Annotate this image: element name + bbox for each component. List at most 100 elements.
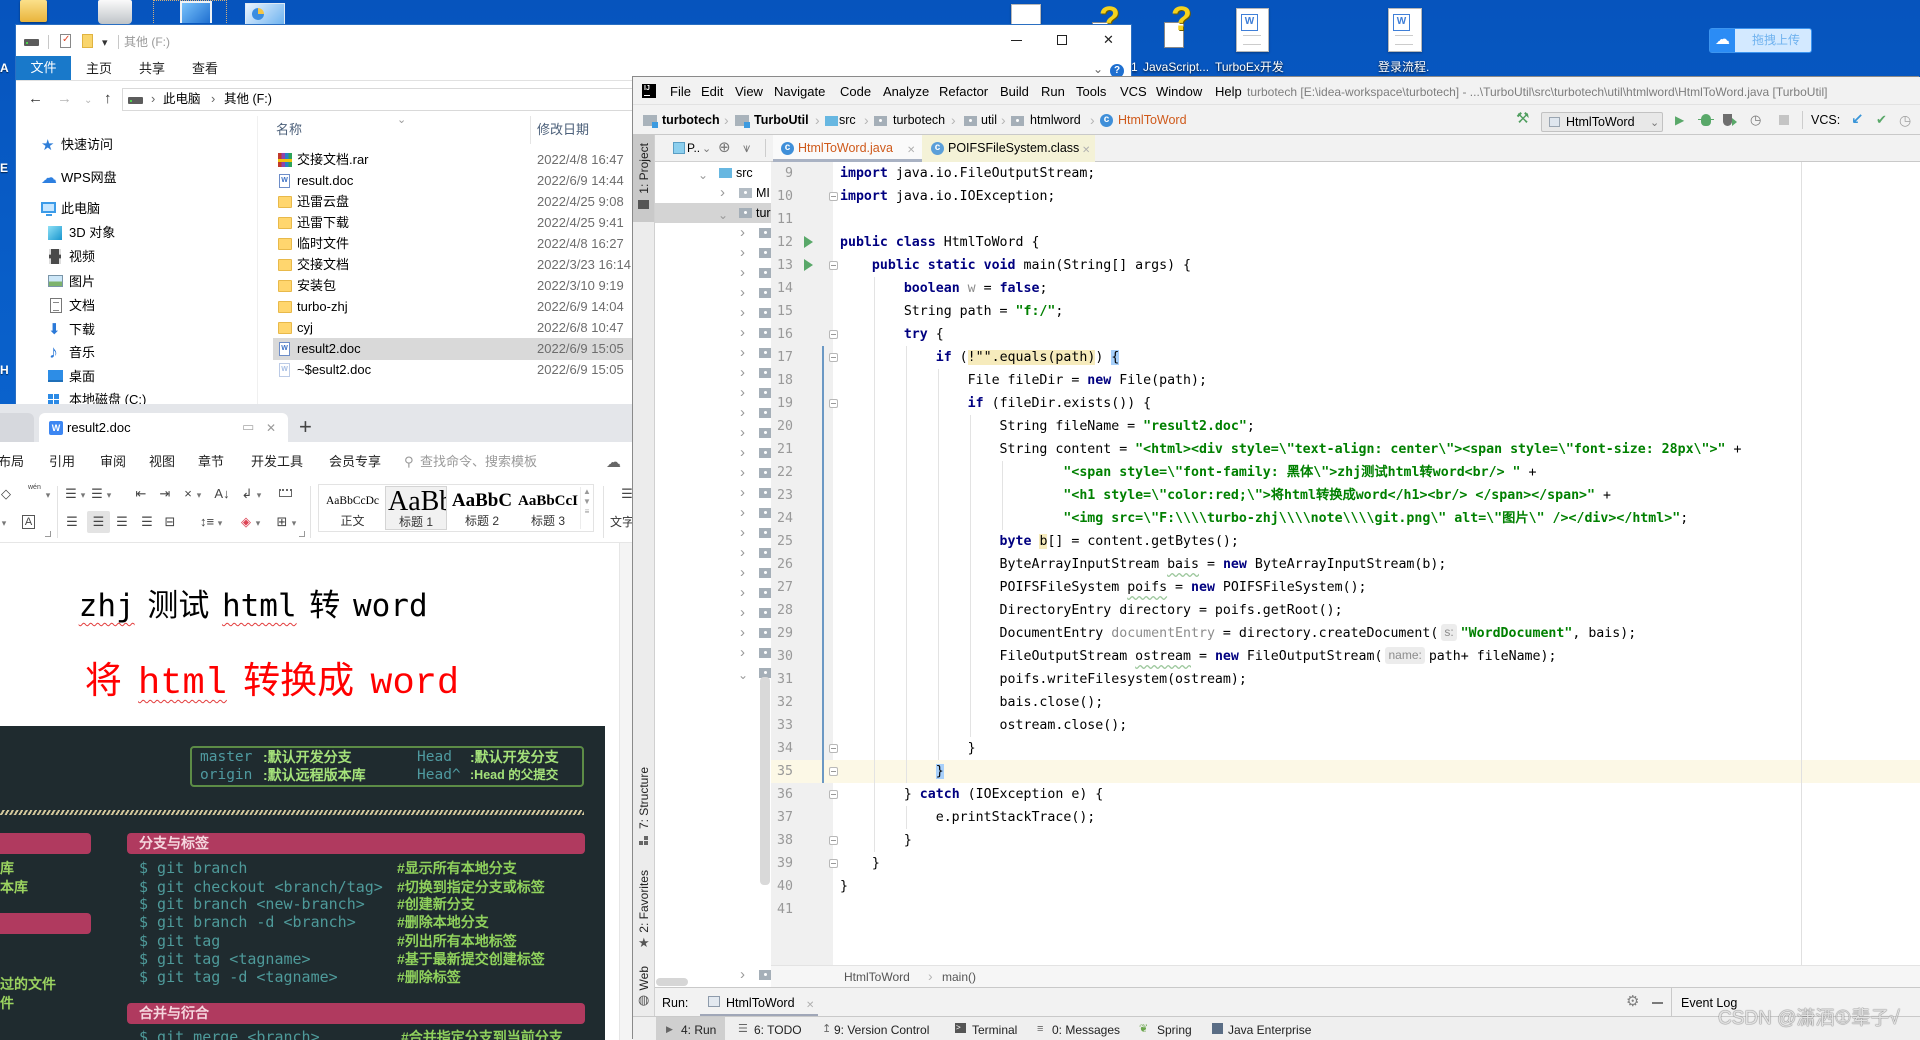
code-line[interactable] xyxy=(840,898,1915,921)
run-gutter-icon[interactable] xyxy=(804,259,813,271)
borders-icon[interactable] xyxy=(275,514,289,530)
tree-row[interactable] xyxy=(655,443,771,463)
nav-item-this-pc[interactable]: 此电脑 xyxy=(61,201,100,217)
forward-button[interactable] xyxy=(57,91,72,107)
menu-window[interactable]: Window xyxy=(1156,84,1202,100)
tree-row[interactable] xyxy=(655,303,771,323)
style-normal[interactable]: AaBbCcDc 正文 xyxy=(321,486,384,530)
code-editor-content[interactable]: import java.io.FileOutputStream; import j… xyxy=(840,162,1915,921)
nav-item-videos[interactable]: 视频 xyxy=(69,249,95,265)
expand-ribbon-icon[interactable] xyxy=(1093,61,1103,76)
menu-review[interactable]: 审阅 xyxy=(100,454,126,470)
chevron-right-icon[interactable] xyxy=(740,585,745,601)
chevron-right-icon[interactable] xyxy=(740,305,745,321)
nav-item-wps-cloud[interactable]: WPS网盘 xyxy=(61,170,117,186)
font-dialog-launcher[interactable] xyxy=(45,531,51,537)
tree-row[interactable] xyxy=(655,403,771,423)
tool-button-run[interactable]: 4: Run xyxy=(656,1017,725,1040)
paragraph-dialog-launcher[interactable] xyxy=(299,531,305,537)
tree-row[interactable] xyxy=(655,383,771,403)
close-tab-icon[interactable] xyxy=(806,996,814,1011)
chevron-right-icon[interactable] xyxy=(740,425,745,441)
debug-bug-icon[interactable] xyxy=(1698,114,1714,126)
code-line[interactable]: public static void main(String[] args) { xyxy=(840,254,1915,277)
run-gutter-icon[interactable] xyxy=(804,236,813,248)
menu-edit[interactable]: Edit xyxy=(701,84,723,100)
dropdown-arrow-icon[interactable] xyxy=(254,514,262,530)
code-line[interactable]: FileOutputStream ostream = new FileOutpu… xyxy=(840,645,1915,668)
chevron-right-icon[interactable] xyxy=(740,325,745,341)
nav-item-3d-objects[interactable]: 3D 对象 xyxy=(69,225,115,241)
tree-row[interactable] xyxy=(655,343,771,363)
file-row[interactable]: 交接文档.rar 2022/4/8 16:47 xyxy=(273,149,693,171)
menu-build[interactable]: Build xyxy=(1000,84,1029,100)
word-document-icon[interactable] xyxy=(1388,8,1422,52)
tree-row[interactable] xyxy=(655,643,771,663)
horizontal-scrollbar-thumb[interactable] xyxy=(656,978,688,986)
style-gallery-scroller[interactable]: ▲ ▼ ≡ xyxy=(580,487,593,529)
dropdown-arrow-icon[interactable] xyxy=(79,486,87,502)
numbered-list-icon[interactable] xyxy=(90,486,104,502)
tool-button-terminal[interactable]: Terminal xyxy=(972,1022,1017,1038)
chevron-right-icon[interactable] xyxy=(740,967,745,983)
tool-button-messages[interactable]: 0: Messages xyxy=(1052,1022,1120,1038)
code-line[interactable]: import java.io.IOException; xyxy=(840,185,1915,208)
gear-icon[interactable] xyxy=(1626,994,1639,1010)
tree-row[interactable] xyxy=(655,563,771,583)
code-line[interactable]: if (fileDir.exists()) { xyxy=(840,392,1915,415)
maximize-button[interactable] xyxy=(1057,35,1067,45)
chevron-right-icon[interactable] xyxy=(740,265,745,281)
code-line[interactable]: if (!"".equals(path)) { xyxy=(840,346,1915,369)
nav-crumb-src[interactable]: src xyxy=(839,112,856,128)
dropdown-arrow-icon[interactable] xyxy=(290,514,298,530)
menu-navigate[interactable]: Navigate xyxy=(774,84,825,100)
chevron-right-icon[interactable] xyxy=(740,445,745,461)
menu-vcs[interactable]: VCS xyxy=(1120,84,1147,100)
pinyin-guide-icon[interactable] xyxy=(29,490,43,506)
run-with-coverage-icon[interactable] xyxy=(1723,114,1737,126)
chevron-right-icon[interactable] xyxy=(740,225,745,241)
ribbon-tab-home[interactable]: 主页 xyxy=(86,61,112,77)
selected-desktop-icon[interactable] xyxy=(153,0,227,25)
code-line[interactable]: bais.close(); xyxy=(840,691,1915,714)
menu-file[interactable]: File xyxy=(670,84,691,100)
nav-item-pictures[interactable]: 图片 xyxy=(69,274,95,290)
recycle-bin-icon[interactable] xyxy=(98,0,132,24)
vertical-scrollbar-thumb[interactable] xyxy=(760,677,770,885)
tree-row[interactable] xyxy=(655,543,771,563)
style-heading-3[interactable]: AaBbCcI 标题 3 xyxy=(517,486,579,530)
breadcrumb-this-pc[interactable]: 此电脑 xyxy=(163,91,201,107)
code-line[interactable]: "<img src=\"F:\\\\turbo-zhj\\\\note\\\\g… xyxy=(840,507,1915,530)
menu-help[interactable]: Help xyxy=(1215,84,1242,100)
chevron-right-icon[interactable] xyxy=(740,505,745,521)
chinese-layout-icon[interactable] xyxy=(181,486,195,502)
increase-indent-icon[interactable] xyxy=(158,486,172,502)
fold-marker[interactable] xyxy=(829,744,838,753)
chevron-right-icon[interactable] xyxy=(740,525,745,541)
code-line[interactable]: String path = "f:/"; xyxy=(840,300,1915,323)
tree-row[interactable] xyxy=(655,223,771,243)
column-header-modified[interactable]: 修改日期 xyxy=(537,122,589,138)
baidu-upload-widget[interactable]: 拖拽上传 xyxy=(1709,28,1812,53)
vcs-update-icon[interactable] xyxy=(1851,112,1864,128)
code-line[interactable]: } xyxy=(840,829,1915,852)
desktop-folder-icon[interactable] xyxy=(20,0,47,22)
tree-row[interactable] xyxy=(655,583,771,603)
chevron-right-icon[interactable] xyxy=(740,565,745,581)
fold-marker[interactable] xyxy=(829,192,838,201)
document-scrollbar[interactable] xyxy=(619,543,633,1040)
file-row-selected[interactable]: result2.doc 2022/6/9 15:05 xyxy=(273,338,693,360)
editor-tab-htmltoword[interactable]: HtmlToWord.java xyxy=(773,135,922,162)
close-tab-icon[interactable] xyxy=(907,141,915,156)
text-tools-label[interactable]: 文字 xyxy=(610,514,633,530)
up-button[interactable] xyxy=(104,91,112,107)
tree-row[interactable] xyxy=(655,283,771,303)
document-heading-red[interactable]: 将 html 转换成 word xyxy=(20,615,459,705)
table-grid-icon[interactable] xyxy=(279,489,292,497)
chevron-right-icon[interactable] xyxy=(740,625,745,641)
nav-item-music[interactable]: 音乐 xyxy=(69,345,95,361)
justify-icon[interactable] xyxy=(140,514,154,530)
properties-icon[interactable] xyxy=(60,34,71,48)
tree-row[interactable] xyxy=(655,243,771,263)
dropdown-arrow-icon[interactable] xyxy=(195,486,203,502)
